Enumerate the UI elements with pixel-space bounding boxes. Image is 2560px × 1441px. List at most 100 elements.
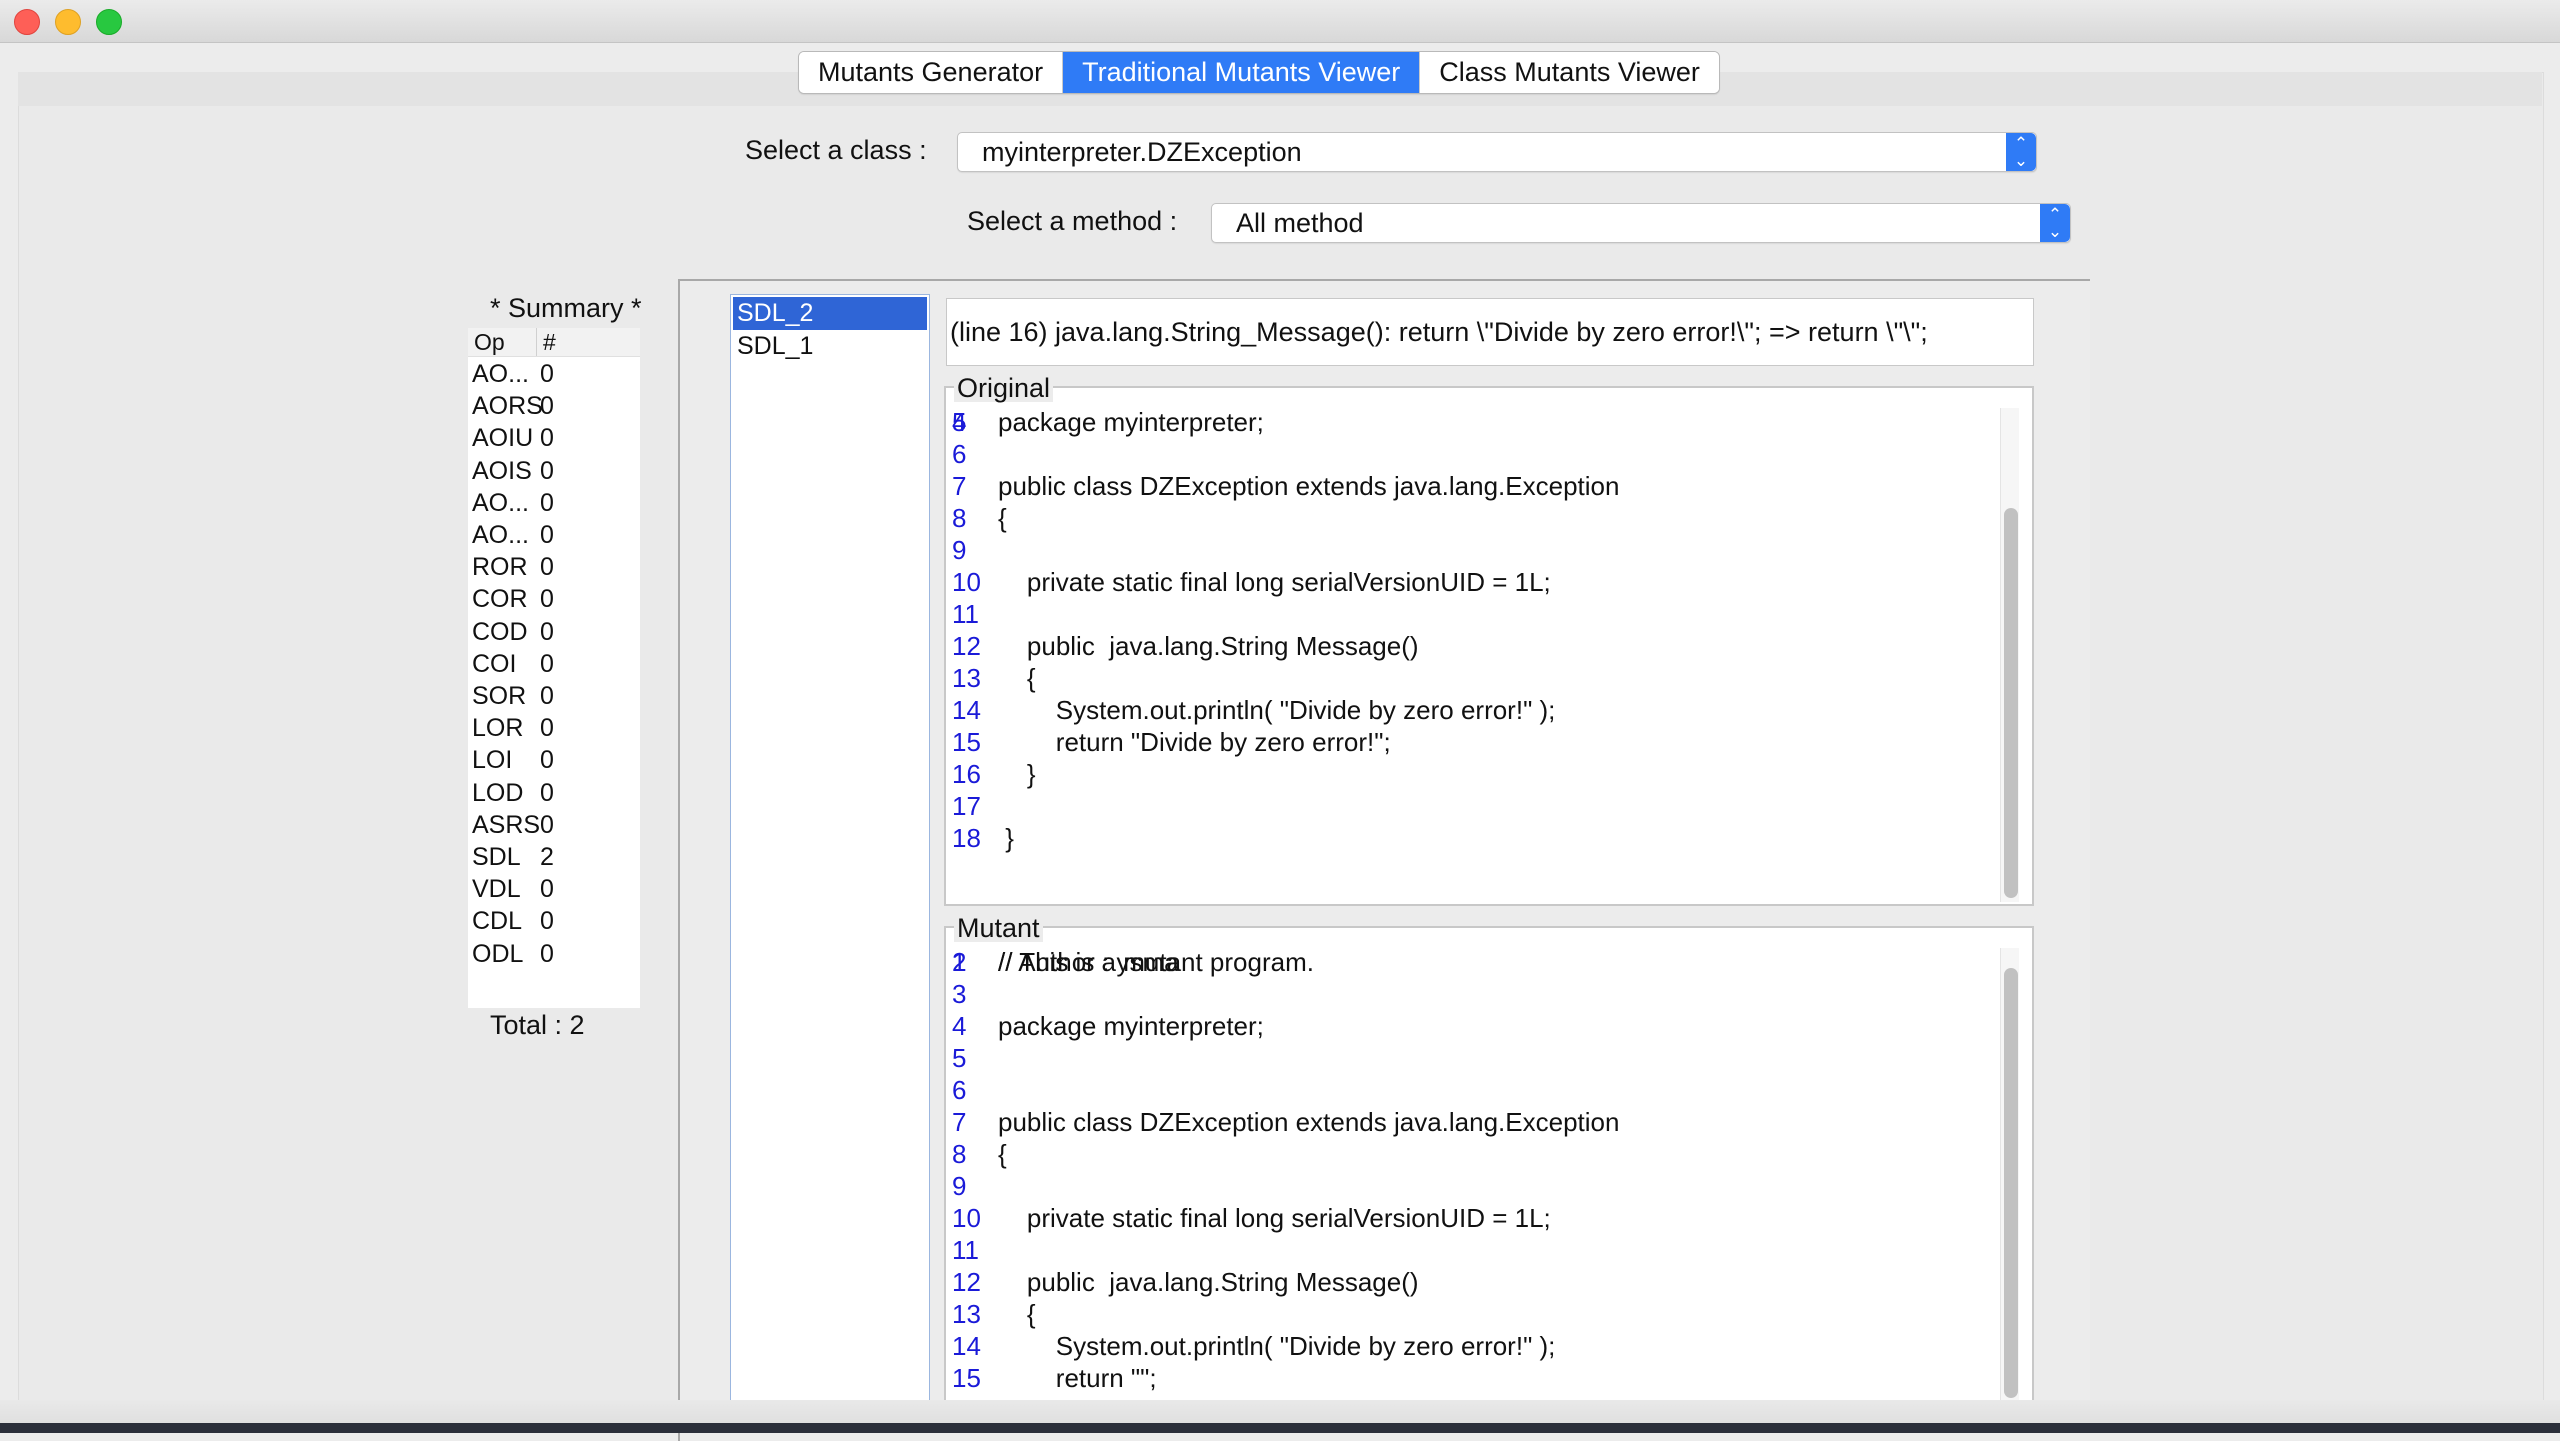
summary-row[interactable]: ASRS 0 [472, 809, 640, 841]
op-column-header[interactable]: Op [474, 328, 505, 356]
line-number: 3 [952, 979, 967, 1009]
summary-row[interactable]: AO... 0 [472, 358, 640, 390]
mutant-list[interactable]: SDL_2 SDL_1 [730, 294, 930, 1416]
original-legend: Original [954, 374, 1054, 402]
summary-row[interactable]: LOR 0 [472, 712, 640, 744]
method-select-value: All method [1236, 208, 1364, 238]
method-select[interactable]: All method ⌃ ⌄ [1211, 203, 2071, 243]
line-number: 11 [952, 599, 979, 629]
mutant-code-panel: 1// This is a mutant program. 2// Author… [944, 926, 2034, 1430]
summary-count: 0 [540, 714, 554, 743]
chevron-up-down-icon: ⌃ ⌄ [2006, 133, 2036, 171]
original-code-area[interactable]: 4 package myinterpreter; 5 6 7 public class … [946, 388, 2000, 904]
line-number: 4 [952, 1011, 967, 1041]
code-text: { [998, 1299, 1036, 1329]
summary-row[interactable]: VDL 0 [472, 873, 640, 905]
line-number: 9 [952, 535, 967, 565]
summary-op: LOR [472, 714, 524, 743]
summary-count: 0 [540, 360, 554, 388]
code-text: System.out.println( "Divide by zero erro… [998, 1331, 1556, 1361]
tab-bar: Mutants Generator Traditional Mutants Vi… [798, 51, 1720, 94]
class-select-value: myinterpreter.DZException [982, 137, 1302, 167]
summary-row[interactable]: ROR 0 [472, 551, 640, 583]
summary-op: VDL [472, 875, 521, 904]
summary-row[interactable]: CDL 0 [472, 905, 640, 937]
code-text: return ""; [998, 1363, 1157, 1393]
original-scrollbar-thumb[interactable] [2004, 508, 2018, 898]
summary-count: 0 [540, 456, 554, 485]
close-window-icon[interactable] [14, 9, 40, 35]
code-text: } [998, 823, 1014, 853]
summary-row[interactable]: AOIS 0 [472, 455, 640, 487]
mutant-list-item[interactable]: SDL_1 [733, 330, 927, 363]
summary-row[interactable]: LOI 0 [472, 744, 640, 776]
summary-row[interactable]: SOR 0 [472, 680, 640, 712]
line-number: 8 [952, 1139, 967, 1169]
summary-row[interactable]: COR 0 [472, 583, 640, 615]
line-number: 12 [952, 1267, 981, 1297]
summary-op: SDL [472, 843, 521, 871]
line-number: 14 [952, 695, 981, 725]
code-text: public java.lang.String Message() [998, 631, 1419, 661]
code-text: // Author : ysma [998, 947, 1179, 977]
line-number: 15 [952, 1363, 981, 1393]
line-number: 14 [952, 1331, 981, 1361]
summary-row[interactable]: SDL 2 [472, 841, 640, 873]
summary-op: ASRS [472, 810, 541, 839]
line-number: 15 [952, 727, 981, 757]
summary-row[interactable]: COD 0 [472, 616, 640, 648]
select-class-label: Select a class : [745, 135, 927, 165]
line-number: 2 [952, 947, 967, 977]
summary-count: 0 [540, 939, 554, 968]
count-column-header[interactable]: # [536, 328, 556, 356]
tab-traditional-mutants-viewer[interactable]: Traditional Mutants Viewer [1063, 52, 1421, 93]
summary-count: 0 [540, 746, 554, 775]
summary-op: LOI [472, 746, 513, 775]
summary-count: 0 [540, 682, 554, 710]
summary-op: AO... [472, 488, 529, 517]
line-number: 5 [952, 1043, 967, 1073]
line-number: 17 [952, 791, 981, 821]
code-text: { [998, 1139, 1007, 1169]
code-text: return "Divide by zero error!"; [998, 727, 1391, 757]
line-number: 16 [952, 759, 981, 789]
desktop-strip [0, 1423, 2560, 1433]
line-number: 5 [952, 407, 967, 437]
code-text: private static final long serialVersionU… [998, 567, 1551, 597]
summary-count: 0 [540, 875, 554, 904]
summary-row[interactable]: COI 0 [472, 648, 640, 680]
summary-count: 0 [540, 907, 554, 936]
code-text: public java.lang.String Message() [998, 1267, 1419, 1297]
tab-class-mutants-viewer[interactable]: Class Mutants Viewer [1420, 52, 1719, 93]
tab-mutants-generator[interactable]: Mutants Generator [799, 52, 1064, 93]
summary-row[interactable]: AO... 0 [472, 519, 640, 551]
zoom-window-icon[interactable] [96, 9, 122, 35]
summary-row[interactable]: AOIU 0 [472, 422, 640, 454]
summary-row[interactable]: AORS 0 [472, 390, 640, 422]
line-number: 10 [952, 567, 981, 597]
class-select[interactable]: myinterpreter.DZException ⌃ ⌄ [957, 132, 2037, 172]
minimize-window-icon[interactable] [55, 9, 81, 35]
summary-op: AO... [472, 521, 529, 549]
summary-row[interactable]: ODL 0 [472, 938, 640, 970]
summary-count: 0 [540, 424, 554, 453]
summary-title: * Summary * [490, 293, 642, 323]
summary-row[interactable]: LOD 0 [472, 777, 640, 809]
mutant-list-item[interactable]: SDL_2 [733, 297, 927, 330]
summary-table-header: Op # [468, 328, 640, 357]
line-number: 7 [952, 471, 967, 501]
line-number: 13 [952, 1299, 981, 1329]
mutation-description-field[interactable]: (line 16) java.lang.String_Message(): re… [946, 298, 2034, 366]
code-text: private static final long serialVersionU… [998, 1203, 1551, 1233]
summary-count: 0 [540, 553, 554, 582]
summary-row[interactable]: AO... 0 [472, 487, 640, 519]
summary-count: 0 [540, 649, 554, 678]
line-number: 9 [952, 1171, 967, 1201]
mutant-code-area[interactable]: 1// This is a mutant program. 2// Author… [946, 928, 2000, 1402]
code-text: package myinterpreter; [998, 1011, 1264, 1041]
line-number: 13 [952, 663, 981, 693]
code-text: { [998, 503, 1007, 533]
summary-op: ODL [472, 939, 524, 968]
summary-op: SOR [472, 682, 527, 710]
mutant-scrollbar-thumb[interactable] [2004, 968, 2018, 1398]
